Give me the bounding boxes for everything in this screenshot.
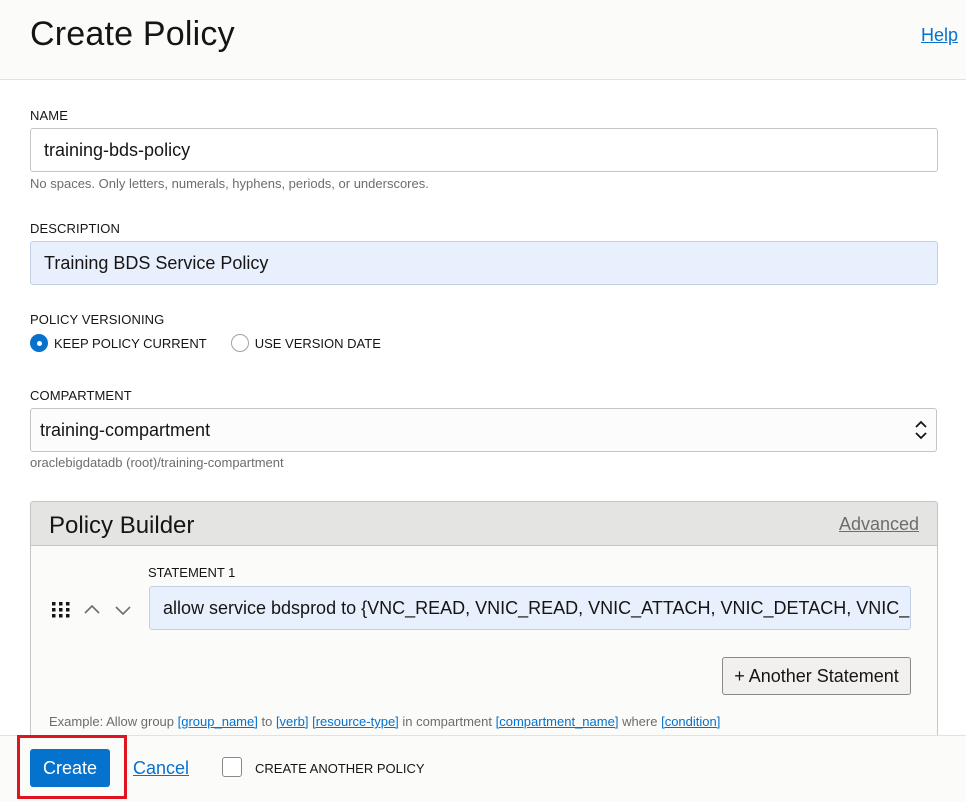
page-header: Create Policy Help (0, 0, 966, 80)
verb-link[interactable]: [verb] (276, 714, 309, 729)
help-link[interactable]: Help (921, 25, 958, 46)
compartment-value: training-compartment (40, 420, 211, 440)
policy-builder-title: Policy Builder (49, 512, 195, 539)
name-hint: No spaces. Only letters, numerals, hyphe… (30, 176, 429, 191)
compartment-select[interactable]: training-compartment (30, 408, 937, 452)
create-another-label: CREATE ANOTHER POLICY (255, 761, 425, 776)
form-content[interactable]: NAME training-bds-policy No spaces. Only… (0, 81, 966, 735)
move-up-icon[interactable] (83, 601, 101, 619)
use-version-date-label: USE VERSION DATE (254, 335, 381, 351)
example-to: to (257, 714, 276, 729)
policy-builder-header: Policy Builder Advanced (31, 502, 937, 546)
statement-label: STATEMENT 1 (148, 565, 236, 580)
resource-type-link[interactable]: [resource-type] (312, 714, 399, 729)
cancel-link[interactable]: Cancel (133, 758, 189, 779)
select-arrows-icon (915, 420, 927, 440)
keep-policy-current-option[interactable]: KEEP POLICY CURRENT (30, 334, 207, 352)
use-version-date-radio[interactable] (230, 334, 249, 352)
name-input[interactable]: training-bds-policy (30, 128, 938, 172)
compartment-path: oraclebigdatadb (root)/training-compartm… (30, 455, 284, 470)
example-text: Example: Allow group [group_name] to [ve… (49, 714, 720, 729)
statement-input[interactable]: allow service bdsprod to {VNC_READ, VNIC… (149, 586, 911, 630)
another-statement-button[interactable]: + Another Statement (722, 657, 911, 695)
description-input[interactable]: Training BDS Service Policy (30, 241, 938, 285)
page-title: Create Policy (30, 15, 235, 53)
condition-link[interactable]: [condition] (661, 714, 720, 729)
policy-versioning-group: KEEP POLICY CURRENT USE VERSION DATE (30, 332, 405, 354)
advanced-link[interactable]: Advanced (839, 514, 919, 535)
keep-policy-current-label: KEEP POLICY CURRENT (54, 335, 207, 351)
group-name-link[interactable]: [group_name] (178, 714, 258, 729)
policy-versioning-label: POLICY VERSIONING (30, 312, 165, 327)
drag-handle-icon[interactable] (52, 602, 70, 618)
example-prefix: Example: Allow group (49, 714, 178, 729)
footer-bar: Create Cancel CREATE ANOTHER POLICY (0, 735, 966, 802)
create-another-checkbox[interactable] (222, 757, 242, 777)
move-down-icon[interactable] (114, 601, 132, 619)
keep-policy-current-radio[interactable] (30, 334, 48, 352)
create-button[interactable]: Create (30, 749, 110, 787)
compartment-name-link[interactable]: [compartment_name] (496, 714, 619, 729)
use-version-date-option[interactable]: USE VERSION DATE (230, 334, 381, 352)
description-label: DESCRIPTION (30, 221, 120, 236)
compartment-label: COMPARTMENT (30, 388, 132, 403)
name-label: NAME (30, 108, 68, 123)
example-in: in compartment (398, 714, 496, 729)
example-where: where (618, 714, 662, 729)
policy-builder-panel: Policy Builder Advanced STATEMENT 1 allo… (30, 501, 938, 735)
